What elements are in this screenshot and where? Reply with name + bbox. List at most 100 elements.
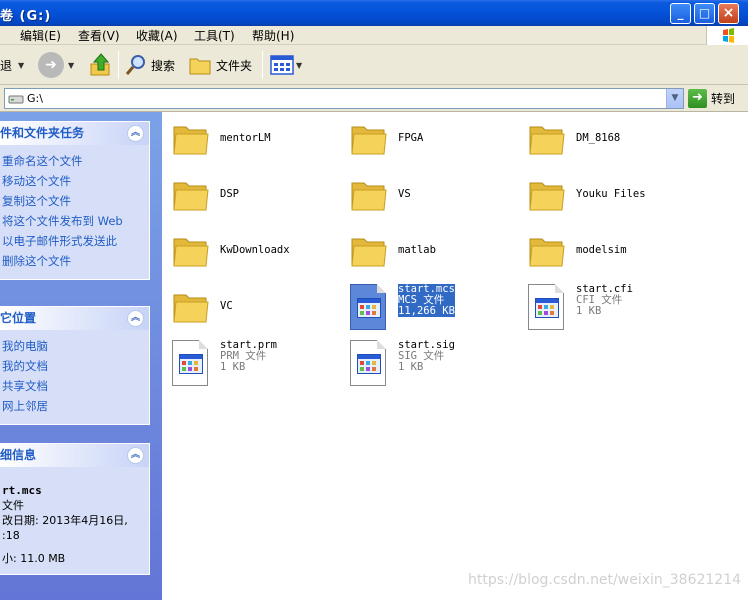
task-copy-link[interactable]: 复制这个文件 <box>2 191 149 211</box>
file-item[interactable]: start.cfi CFI 文件 1 KB <box>518 280 688 332</box>
watermark: https://blog.csdn.net/weixin_38621214 <box>468 572 742 588</box>
details-time: :18 <box>2 529 20 542</box>
toolbar: 退 ▼ ➜ ▼ 搜索 文件夹 ▼ <box>0 45 748 85</box>
task-rename-link[interactable]: 重命名这个文件 <box>2 151 149 171</box>
file-size: 1 KB <box>576 305 602 317</box>
back-dropdown-icon[interactable]: ▼ <box>18 61 24 70</box>
search-label: 搜索 <box>151 58 176 73</box>
folder-name: VS <box>398 188 411 200</box>
file-icon <box>350 284 386 330</box>
menu-tools[interactable]: 工具(T) <box>194 27 235 44</box>
collapse-chevron-icon[interactable]: ︽ <box>127 447 144 464</box>
menu-favorites[interactable]: 收藏(A) <box>136 27 178 44</box>
close-button[interactable]: × <box>718 3 739 24</box>
other-places-header[interactable]: 它位置 ︽ <box>0 307 149 330</box>
place-shared-documents-link[interactable]: 共享文档 <box>2 376 149 396</box>
task-move-link[interactable]: 移动这个文件 <box>2 171 149 191</box>
collapse-chevron-icon[interactable]: ︽ <box>127 125 144 142</box>
details-title: 细信息 <box>0 448 37 462</box>
folder-item[interactable]: FPGA <box>340 112 510 164</box>
folders-button[interactable]: 文件夹 <box>188 49 252 81</box>
address-dropdown-icon[interactable]: ▼ <box>666 89 683 108</box>
windows-logo-icon <box>706 26 748 45</box>
file-tasks-panel: 件和文件夹任务 ︽ 重命名这个文件 移动这个文件 复制这个文件 将这个文件发布到… <box>0 121 150 280</box>
views-button[interactable]: ▼ <box>270 49 302 81</box>
back-label: 退 <box>0 58 13 73</box>
file-item[interactable]: start.sig SIG 文件 1 KB <box>340 336 510 388</box>
menu-view[interactable]: 查看(V) <box>78 27 120 44</box>
folder-name: modelsim <box>576 244 627 256</box>
forward-button[interactable]: ➜ ▼ <box>38 49 74 81</box>
details-panel: 细信息 ︽ rt.mcs 文件 改日期: 2013年4月16日, :18 小: … <box>0 443 150 575</box>
file-tasks-title: 件和文件夹任务 <box>0 126 85 140</box>
menu-help[interactable]: 帮助(H) <box>252 27 294 44</box>
go-button[interactable]: ➜ 转到 <box>688 89 735 108</box>
address-bar: G:\ ▼ ➜ 转到 <box>0 85 748 112</box>
file-tasks-header[interactable]: 件和文件夹任务 ︽ <box>0 122 149 145</box>
details-file-type: 文件 <box>2 499 24 512</box>
task-publish-link[interactable]: 将这个文件发布到 Web <box>2 211 149 231</box>
folder-item[interactable]: DM_8168 <box>518 112 688 164</box>
window-title: 卷 (G:) <box>0 9 52 24</box>
file-size: 1 KB <box>398 361 424 373</box>
task-email-link[interactable]: 以电子邮件形式发送此 <box>2 231 149 251</box>
collapse-chevron-icon[interactable]: ︽ <box>127 310 144 327</box>
maximize-button[interactable]: □ <box>694 3 715 24</box>
views-dropdown-icon[interactable]: ▼ <box>296 61 302 70</box>
forward-arrow-icon: ➜ <box>38 52 64 78</box>
menu-bar: 编辑(E) 查看(V) 收藏(A) 工具(T) 帮助(H) <box>0 26 748 45</box>
folder-item[interactable]: Youku Files <box>518 168 688 220</box>
go-arrow-icon: ➜ <box>688 89 707 108</box>
folder-name: FPGA <box>398 132 424 144</box>
drive-icon <box>8 95 24 104</box>
folder-name: matlab <box>398 244 436 256</box>
folder-icon <box>173 238 209 267</box>
task-pane: 件和文件夹任务 ︽ 重命名这个文件 移动这个文件 复制这个文件 将这个文件发布到… <box>0 112 162 600</box>
go-label: 转到 <box>711 92 736 106</box>
address-input[interactable]: G:\ ▼ <box>4 88 684 109</box>
folder-icon <box>351 126 387 155</box>
back-button[interactable]: 退 ▼ <box>0 49 24 81</box>
folder-name: Youku Files <box>576 188 646 200</box>
search-button[interactable]: 搜索 <box>124 49 175 81</box>
address-path: G:\ <box>27 92 43 105</box>
other-places-panel: 它位置 ︽ 我的电脑 我的文档 共享文档 网上邻居 <box>0 306 150 425</box>
file-icon <box>350 340 386 386</box>
folder-name: KwDownloadx <box>220 244 290 256</box>
details-modified: 改日期: 2013年4月16日, <box>2 514 128 527</box>
place-network-link[interactable]: 网上邻居 <box>2 396 149 416</box>
folder-icon <box>173 182 209 211</box>
views-icon <box>270 55 294 75</box>
file-icon <box>172 340 208 386</box>
file-item-selected[interactable]: start.mcs MCS 文件 11,266 KB <box>340 280 510 332</box>
folder-name: DSP <box>220 188 239 200</box>
folder-item[interactable]: VC <box>162 280 332 332</box>
details-header[interactable]: 细信息 ︽ <box>0 444 149 467</box>
details-file-name: rt.mcs <box>2 484 42 497</box>
folder-name: DM_8168 <box>576 132 621 144</box>
up-folder-button[interactable] <box>88 49 114 81</box>
folder-item[interactable]: matlab <box>340 224 510 276</box>
folder-name: mentorLM <box>220 132 271 144</box>
folder-icon <box>173 126 209 155</box>
title-bar: 卷 (G:) _ □ × <box>0 0 748 26</box>
folder-item[interactable]: KwDownloadx <box>162 224 332 276</box>
details-size: 小: 11.0 MB <box>2 552 66 565</box>
up-folder-icon <box>90 53 110 76</box>
forward-dropdown-icon[interactable]: ▼ <box>68 61 74 70</box>
folder-item[interactable]: modelsim <box>518 224 688 276</box>
file-list: mentorLM FPGA DM_8168 DSP VS Youku Files… <box>162 112 748 600</box>
file-size: 1 KB <box>220 361 246 373</box>
place-my-documents-link[interactable]: 我的文档 <box>2 356 149 376</box>
folder-icon <box>529 238 565 267</box>
task-delete-link[interactable]: 删除这个文件 <box>2 251 149 271</box>
folder-icon <box>189 58 211 75</box>
folder-name: VC <box>220 300 233 312</box>
place-my-computer-link[interactable]: 我的电脑 <box>2 336 149 356</box>
folder-item[interactable]: DSP <box>162 168 332 220</box>
folder-item[interactable]: mentorLM <box>162 112 332 164</box>
file-item[interactable]: start.prm PRM 文件 1 KB <box>162 336 332 388</box>
minimize-button[interactable]: _ <box>670 3 691 24</box>
menu-edit[interactable]: 编辑(E) <box>20 27 61 44</box>
folder-item[interactable]: VS <box>340 168 510 220</box>
